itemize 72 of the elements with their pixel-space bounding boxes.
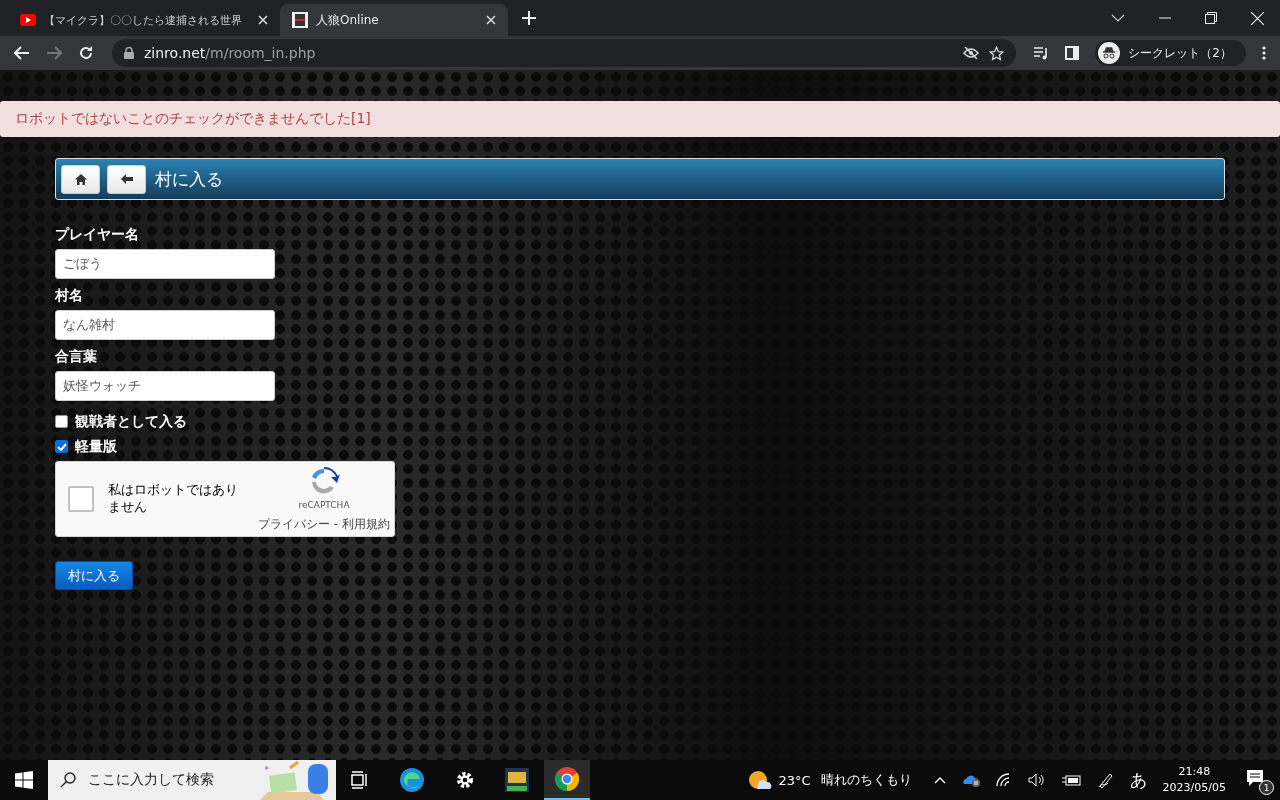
new-tab-icon[interactable] bbox=[522, 11, 536, 25]
notification-button[interactable]: 1 bbox=[1234, 761, 1280, 799]
close-icon[interactable] bbox=[258, 15, 268, 25]
checkbox-label[interactable]: 観戦者として入る bbox=[75, 412, 187, 431]
lock-icon bbox=[124, 47, 134, 59]
captcha-label: 私はロボットではありません bbox=[108, 482, 239, 516]
close-icon[interactable] bbox=[486, 15, 496, 25]
restore-icon[interactable] bbox=[1205, 12, 1217, 24]
wifi-icon[interactable] bbox=[995, 773, 1012, 787]
side-panel-icon[interactable] bbox=[1065, 46, 1080, 60]
weather-text: 晴れのちくもり bbox=[820, 771, 912, 789]
chevron-up-icon[interactable] bbox=[933, 776, 946, 784]
clock-date: 2023/05/05 bbox=[1162, 780, 1226, 796]
checkbox[interactable] bbox=[55, 415, 68, 428]
search-icon bbox=[60, 772, 76, 788]
home-icon bbox=[74, 173, 87, 185]
submit-button[interactable]: 村に入る bbox=[55, 561, 133, 590]
playlist-icon[interactable] bbox=[1034, 46, 1050, 60]
field-label: 村名 bbox=[55, 287, 83, 305]
back-icon[interactable] bbox=[14, 46, 30, 60]
input-field[interactable]: 妖怪ウォッチ bbox=[55, 371, 275, 401]
chevron-down-icon[interactable] bbox=[1111, 14, 1125, 22]
address-bar[interactable]: zinro.net/m/room_in.php bbox=[112, 39, 1017, 67]
back-button[interactable] bbox=[107, 164, 146, 194]
close-icon[interactable] bbox=[1251, 11, 1264, 25]
recaptcha-brand: reCAPTCHA bbox=[298, 499, 350, 510]
pen-icon[interactable] bbox=[1097, 772, 1114, 788]
speaker-icon[interactable] bbox=[1027, 773, 1046, 787]
browser-tab[interactable]: 人狼Online bbox=[280, 4, 508, 36]
input-field[interactable]: なん雑村 bbox=[55, 310, 275, 340]
settings-icon[interactable] bbox=[455, 770, 475, 790]
page-title: 村に入る bbox=[155, 167, 223, 191]
play-icon bbox=[20, 14, 36, 26]
checkbox[interactable] bbox=[55, 440, 68, 453]
ime-indicator[interactable]: あ bbox=[1129, 768, 1147, 792]
favicon-icon bbox=[292, 12, 308, 28]
notification-icon bbox=[1246, 769, 1264, 787]
notification-count: 1 bbox=[1259, 780, 1274, 795]
captcha-checkbox[interactable] bbox=[68, 486, 94, 512]
link-separator: - bbox=[333, 516, 339, 531]
task-view-icon[interactable] bbox=[351, 771, 369, 789]
error-alert: ロボットではないことのチェックができませんでした[1] bbox=[0, 101, 1280, 137]
checkbox-label[interactable]: 軽量版 bbox=[75, 437, 117, 456]
taskbar-chrome-button[interactable] bbox=[544, 760, 590, 800]
cloud-icon[interactable] bbox=[961, 773, 980, 787]
profile-button[interactable]: シークレット（2） bbox=[1095, 40, 1246, 66]
home-button[interactable] bbox=[61, 164, 100, 194]
clock-time: 21:48 bbox=[1178, 763, 1211, 780]
windows-logo-icon[interactable] bbox=[15, 771, 33, 789]
incognito-icon bbox=[1098, 42, 1121, 64]
terms-link[interactable]: 利用規約 bbox=[342, 516, 390, 531]
forward-icon[interactable] bbox=[46, 46, 62, 60]
field-label: プレイヤー名 bbox=[55, 226, 139, 244]
url-host: zinro.net bbox=[144, 45, 206, 61]
temperature: 23°C bbox=[778, 772, 811, 788]
field-label: 合言葉 bbox=[55, 348, 97, 366]
browser-tab[interactable]: 【マイクラ】〇〇したら逮捕される世界 bbox=[8, 4, 280, 36]
edge-browser-icon[interactable] bbox=[399, 767, 425, 793]
left-arrow-icon bbox=[120, 174, 133, 184]
input-field[interactable]: ごぼう bbox=[55, 249, 275, 279]
battery-plug-icon[interactable] bbox=[1061, 774, 1082, 786]
school-app-icon[interactable] bbox=[505, 768, 529, 792]
url-path: /m/room_in.php bbox=[205, 45, 316, 61]
menu-icon[interactable] bbox=[1262, 46, 1266, 60]
clock[interactable]: 21:48 2023/05/05 bbox=[1162, 763, 1226, 797]
chrome-browser-icon bbox=[555, 767, 579, 791]
eye-slash-icon[interactable] bbox=[963, 47, 980, 59]
star-icon[interactable] bbox=[989, 45, 1005, 61]
privacy-link[interactable]: プライバシー bbox=[258, 516, 330, 531]
search-field[interactable]: ここに入力して検索 bbox=[48, 760, 336, 800]
reload-icon[interactable] bbox=[78, 45, 94, 61]
weather-sun-cloud-icon[interactable] bbox=[748, 770, 773, 790]
